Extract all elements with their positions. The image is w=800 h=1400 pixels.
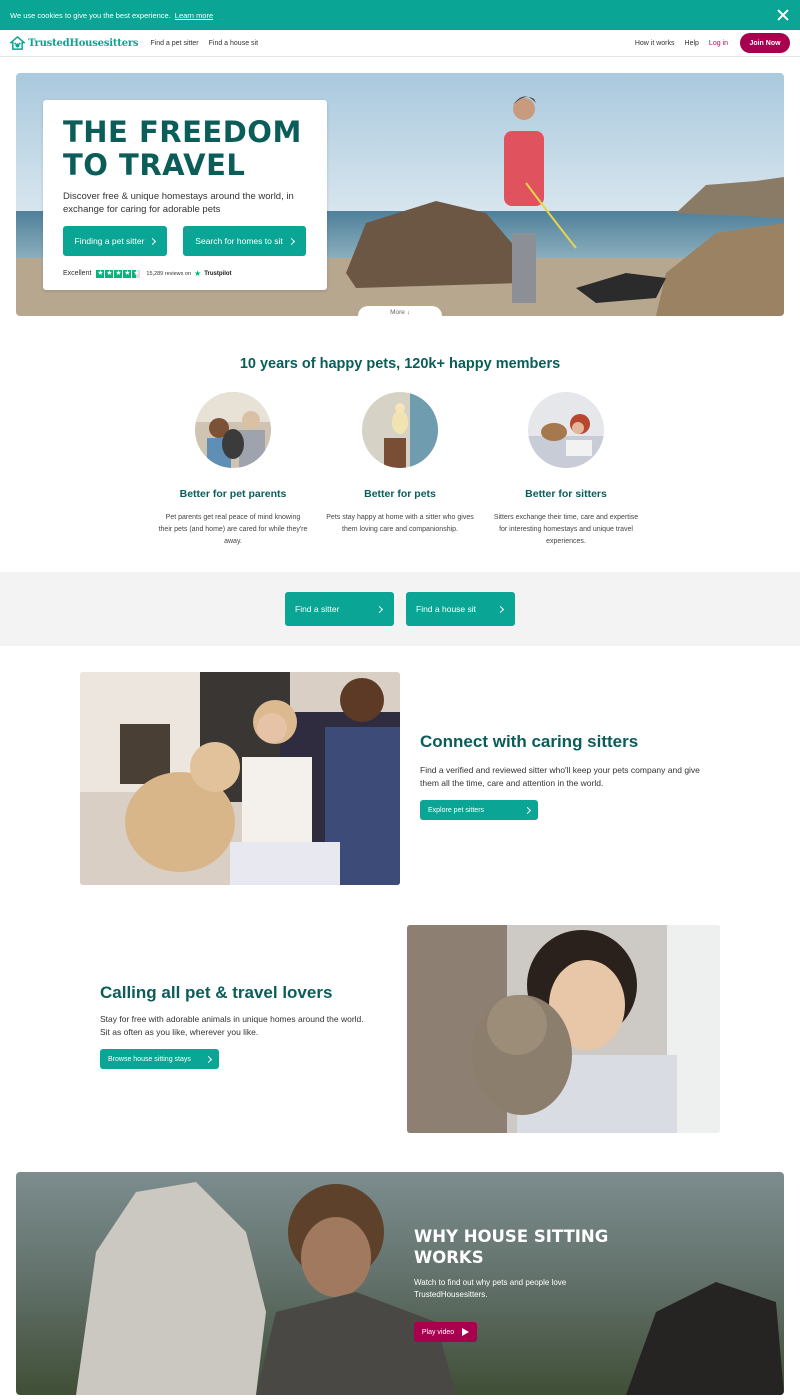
pets-photo: [362, 392, 438, 468]
find-sitter-button[interactable]: Find a sitter: [285, 592, 394, 626]
star-icon: ★: [96, 269, 105, 278]
finding-pet-sitter-button[interactable]: Finding a pet sitter: [63, 226, 167, 256]
browse-house-sitting-label: Browse house sitting stays: [108, 1055, 191, 1063]
column-sitters: Better for sitters Sitters exchange thei…: [481, 392, 651, 548]
chevron-right-icon: [496, 605, 505, 613]
pets-heading: Better for pets: [364, 488, 436, 500]
trustpilot-rating[interactable]: Excellent ★ ★ ★ ★ ★ 15,289 reviews on ★ …: [63, 269, 307, 278]
stats-title: 10 years of happy pets, 120k+ happy memb…: [239, 356, 561, 372]
nav-help[interactable]: Help: [685, 40, 699, 47]
finding-pet-sitter-label: Finding a pet sitter: [74, 236, 145, 246]
star-icon: ★: [114, 269, 123, 278]
search-homes-label: Search for homes to sit: [195, 236, 283, 246]
chevron-right-icon: [523, 806, 532, 814]
close-icon[interactable]: [776, 8, 790, 22]
trustpilot-logo: Trustpilot: [204, 270, 232, 277]
horse-and-man-photo: [16, 1172, 784, 1395]
find-house-sit-button[interactable]: Find a house sit: [406, 592, 515, 626]
search-homes-button[interactable]: Search for homes to sit: [183, 226, 306, 256]
chevron-right-icon: [287, 237, 295, 245]
chevron-right-icon: [204, 1055, 213, 1063]
hero-subtitle: Discover free & unique homestays around …: [63, 191, 294, 215]
star-icon: ★: [105, 269, 114, 278]
video-title-line1: WHY HOUSE SITTING: [414, 1227, 609, 1246]
sitters-text: Sitters exchange their time, care and ex…: [493, 514, 639, 545]
join-now-button[interactable]: Join Now: [740, 33, 790, 53]
hero-card: THE FREEDOM TO TRAVEL Discover free & un…: [43, 100, 327, 290]
top-nav: TrustedHousesitters Find a pet sitter Fi…: [0, 30, 800, 57]
explore-pet-sitters-button[interactable]: Explore pet sitters: [420, 800, 538, 820]
browse-house-sitting-button[interactable]: Browse house sitting stays: [100, 1049, 219, 1069]
logo-text: TrustedHousesitters: [28, 37, 139, 49]
pets-text: Pets stay happy at home with a sitter wh…: [326, 514, 474, 533]
find-house-sit-label: Find a house sit: [416, 604, 477, 614]
house-logo-icon: [10, 35, 25, 50]
woman-with-cat-photo: [407, 925, 720, 1133]
trust-label: Excellent: [63, 270, 92, 277]
chevron-right-icon: [149, 237, 157, 245]
couple-with-dog-photo: [80, 672, 400, 885]
video-banner[interactable]: WHY HOUSE SITTING WORKS Watch to find ou…: [16, 1172, 784, 1395]
star-icon: ★: [123, 269, 132, 278]
login-link[interactable]: Log in: [709, 40, 728, 47]
hero-title-line1: THE FREEDOM: [63, 115, 302, 149]
play-video-button[interactable]: Play video: [414, 1322, 477, 1342]
column-pet-parents: Better for pet parents Pet parents get r…: [148, 392, 318, 548]
calling-lovers-title: Calling all pet & travel lovers: [100, 983, 333, 1002]
connect-sitters-text: Find a verified and reviewed sitter who'…: [420, 765, 700, 788]
explore-pet-sitters-label: Explore pet sitters: [428, 806, 485, 814]
half-star-icon: ★: [132, 269, 141, 278]
video-text: Watch to find out why pets and people lo…: [414, 1278, 567, 1299]
find-sitter-label: Find a sitter: [295, 604, 340, 614]
sitters-photo: [528, 392, 604, 468]
trustpilot-star-icon: ★: [194, 269, 202, 278]
hero-title-line2: TO TRAVEL: [63, 148, 246, 182]
nav-find-house-sit[interactable]: Find a house sit: [209, 40, 258, 47]
pet-parents-text: Pet parents get real peace of mind knowi…: [158, 514, 308, 545]
cookie-text: We use cookies to give you the best expe…: [10, 10, 171, 20]
nav-how-it-works[interactable]: How it works: [635, 40, 675, 47]
logo[interactable]: TrustedHousesitters: [10, 35, 139, 51]
calling-lovers-text: Stay for free with adorable animals in u…: [100, 1014, 364, 1037]
play-icon: [462, 1328, 470, 1336]
hero-banner: THE FREEDOM TO TRAVEL Discover free & un…: [16, 73, 784, 316]
more-button[interactable]: More ↓: [358, 306, 442, 320]
rating-stars: ★ ★ ★ ★ ★: [96, 269, 141, 278]
connect-sitters-title: Connect with caring sitters: [420, 732, 639, 751]
chevron-right-icon: [375, 605, 384, 613]
pet-parents-photo: [195, 392, 271, 468]
sitters-heading: Better for sitters: [525, 488, 607, 500]
cookie-banner: We use cookies to give you the best expe…: [0, 0, 800, 30]
cta-band: [0, 572, 800, 646]
play-video-label: Play video: [421, 1328, 455, 1336]
column-pets: Better for pets Pets stay happy at home …: [315, 392, 485, 536]
learn-more-link[interactable]: Learn more: [175, 11, 213, 20]
video-title-line2: WORKS: [414, 1248, 484, 1267]
reviews-count: 15,289 reviews on: [146, 270, 192, 277]
nav-find-pet-sitter[interactable]: Find a pet sitter: [150, 40, 198, 47]
pet-parents-heading: Better for pet parents: [179, 488, 287, 500]
